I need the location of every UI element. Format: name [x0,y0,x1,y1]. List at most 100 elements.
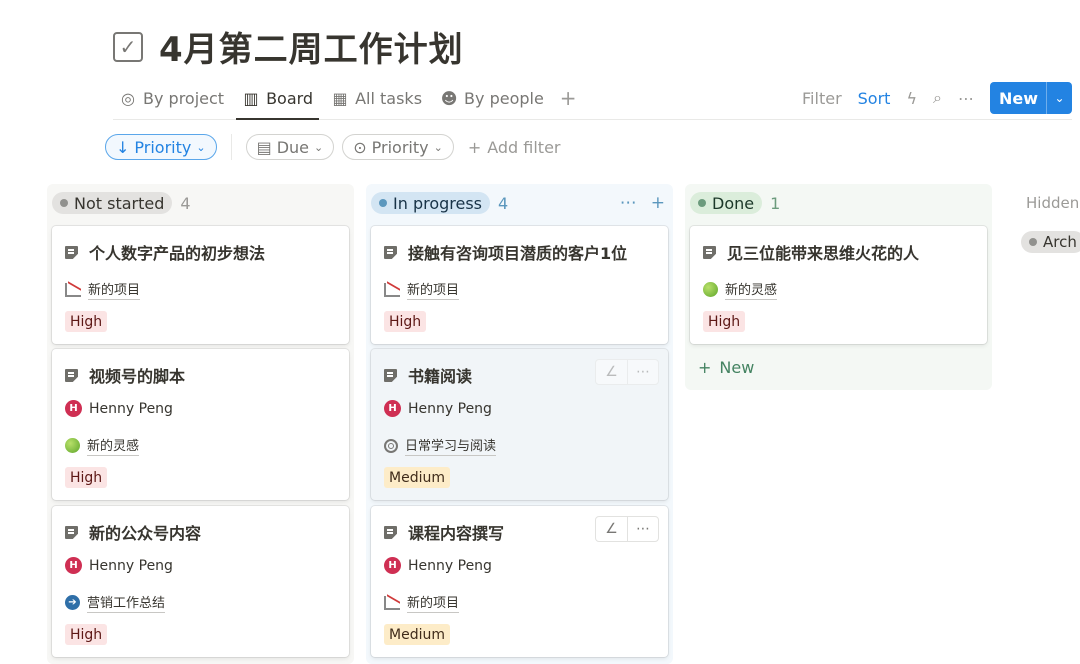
relation-text: 新的灵感 [87,435,140,456]
tab-label: Board [266,88,314,108]
page-icon [384,245,398,259]
chevron-down-icon[interactable]: ⌄ [1046,82,1072,114]
automation-icon[interactable]: ϟ [906,89,917,108]
more-icon[interactable]: ⋯ [627,360,658,384]
sort-chip-label: Priority [134,137,192,157]
hidden-group-label: Arch [1043,233,1077,251]
priority-tag: Medium [384,467,450,488]
board-column-not-started: Not started 4 个人数字产品的初步想法 新的项目 High 视频号的… [47,184,354,664]
board-card[interactable]: 接触有咨询项目潜质的客户1位 新的项目 High [371,226,668,344]
tab-label: All tasks [355,88,423,108]
calendar-icon: ▤ [256,137,272,157]
card-title-text: 接触有咨询项目潜质的客户1位 [408,244,628,263]
relation-text: 新的项目 [407,592,460,613]
column-header: In progress 4 ⋯ + [371,192,665,214]
new-card-button[interactable]: + New [698,358,754,377]
relation-text: 营销工作总结 [87,592,166,613]
new-button-group: New ⌄ [989,82,1072,114]
chevron-down-icon: ⌄ [196,140,206,154]
project-relation[interactable]: 新的项目 [65,279,141,300]
avatar: H [384,400,401,417]
card-title: 视频号的脚本 [65,363,185,387]
tab-label: By people [464,88,544,108]
project-relation[interactable]: 新的项目 [384,592,460,613]
target-icon: ◎ [121,88,135,108]
page-icon [384,368,398,382]
card-title: 新的公众号内容 [65,520,201,544]
board-card[interactable]: 个人数字产品的初步想法 新的项目 High [52,226,349,344]
filter-button[interactable]: Filter [802,89,842,108]
tab-by-people[interactable]: ☻ By people [434,82,550,114]
column-header: Done 1 [690,192,984,214]
chart-emoji-icon [384,595,400,610]
page-icon [65,245,79,259]
status-label: Not started [74,193,165,213]
card-title: 书籍阅读 [384,363,472,387]
edit-icon[interactable]: ∠ [596,360,627,384]
board-card[interactable]: 课程内容撰写 ∠ ⋯ H Henny Peng 新的项目 Medium [371,506,668,657]
project-relation[interactable]: ➔ 营销工作总结 [65,592,166,613]
board-card[interactable]: 视频号的脚本 H Henny Peng 新的灵感 High [52,349,349,500]
sort-chip[interactable]: ↓ Priority ⌄ [105,134,217,160]
project-relation[interactable]: 新的灵感 [703,279,778,300]
priority-tag: High [65,311,108,332]
assignee[interactable]: H Henny Peng [384,557,492,574]
sort-button[interactable]: Sort [858,89,891,108]
more-icon[interactable]: ⋯ [627,517,658,541]
project-relation[interactable]: 新的项目 [384,279,460,300]
board-card[interactable]: 见三位能带来思维火花的人 新的灵感 High [690,226,987,344]
card-title: 个人数字产品的初步想法 [65,240,265,264]
chart-emoji-icon [65,282,81,297]
edit-icon[interactable]: ∠ [596,517,627,541]
chart-emoji-icon [384,282,400,297]
arrow-down-icon: ↓ [116,137,130,157]
relation-text: 新的项目 [88,279,141,300]
chevron-down-icon: ⌄ [433,140,443,154]
board-card[interactable]: 新的公众号内容 H Henny Peng ➔ 营销工作总结 High [52,506,349,657]
status-badge[interactable]: In progress [371,192,491,214]
priority-tag: High [65,467,108,488]
page-icon [65,525,79,539]
board-card[interactable]: 书籍阅读 ∠ ⋯ H Henny Peng 日常学习与阅读 Medium [371,349,668,500]
relation-text: 日常学习与阅读 [405,435,497,456]
card-title-text: 课程内容撰写 [408,524,505,543]
priority-chip-label: Priority [371,137,429,157]
target-icon [384,438,398,453]
tab-all-tasks[interactable]: ▦ All tasks [325,82,428,114]
new-button[interactable]: New [990,82,1046,114]
tab-board[interactable]: ▥ Board [236,82,320,120]
status-label: Done [712,193,755,213]
priority-tag: High [703,311,746,332]
project-relation[interactable]: 新的灵感 [65,435,140,456]
status-badge[interactable]: Not started [52,192,173,214]
card-title: 接触有咨询项目潜质的客户1位 [384,240,627,264]
avatar: H [384,557,401,574]
tab-by-project[interactable]: ◎ By project [113,82,230,114]
board-column-in-progress: In progress 4 ⋯ + 接触有咨询项目潜质的客户1位 新的项目 Hi… [366,184,673,664]
status-dot-icon [1029,238,1037,246]
assignee[interactable]: H Henny Peng [65,400,173,417]
people-icon: ☻ [440,88,458,108]
assignee[interactable]: H Henny Peng [384,400,492,417]
column-header: Not started 4 [52,192,346,214]
search-icon[interactable]: ⌕ [933,88,942,108]
status-badge[interactable]: Done [690,192,763,214]
priority-filter-chip[interactable]: ⊙ Priority ⌄ [342,134,454,160]
card-title-text: 书籍阅读 [408,367,473,386]
page-title[interactable]: 4月第二周工作计划 [159,22,464,71]
page-icon [703,245,717,259]
hidden-group-badge[interactable]: Arch [1021,231,1080,253]
more-icon[interactable]: ⋯ [620,193,637,213]
project-relation[interactable]: 日常学习与阅读 [384,435,497,456]
assignee-name: Henny Peng [408,400,492,417]
priority-tag: Medium [384,624,450,645]
assignee[interactable]: H Henny Peng [65,557,173,574]
card-actions: ∠ ⋯ [595,359,659,385]
add-view-icon[interactable]: + [556,86,581,110]
add-filter-button[interactable]: + Add filter [468,138,561,157]
more-icon[interactable]: ⋯ [958,89,974,108]
status-dot-icon [379,199,387,207]
due-filter-chip[interactable]: ▤ Due ⌄ [245,134,335,160]
plus-icon[interactable]: + [651,193,665,213]
table-icon: ▦ [332,88,348,108]
